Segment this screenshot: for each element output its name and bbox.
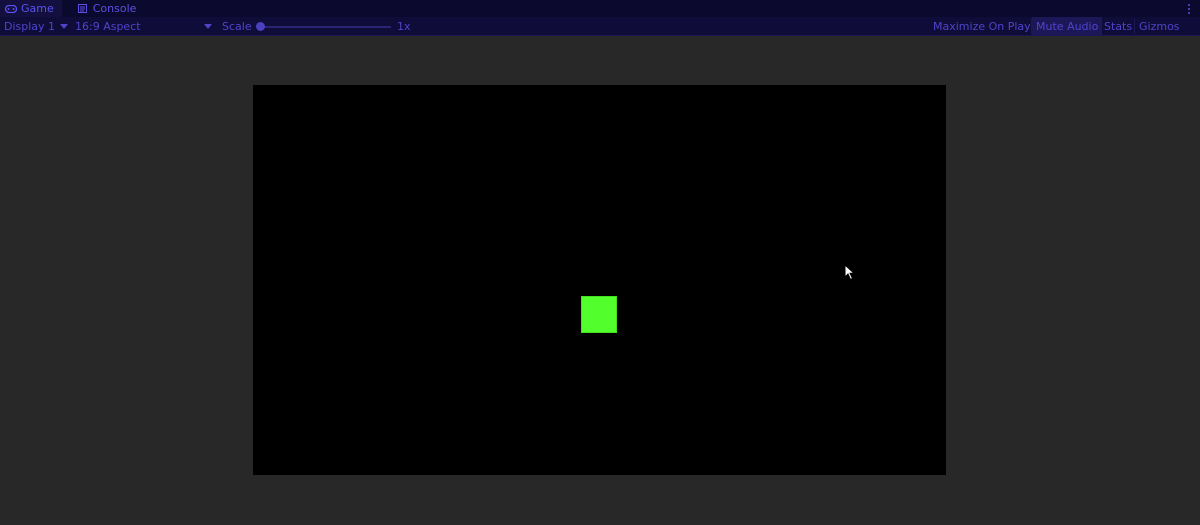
mute-audio-button[interactable]: Mute Audio bbox=[1032, 17, 1103, 36]
game-toolbar: Display 1 16:9 Aspect Scale 1x Maximize … bbox=[0, 17, 1200, 36]
scale-label-text: Scale bbox=[222, 20, 252, 33]
aspect-dropdown[interactable]: 16:9 Aspect bbox=[75, 17, 213, 36]
more-options-icon[interactable] bbox=[1184, 0, 1194, 17]
scale-value-text: 1x bbox=[397, 20, 411, 33]
tab-console-label: Console bbox=[92, 2, 137, 15]
game-window: Game Console Display 1 16:9 Aspect Scale… bbox=[0, 0, 1200, 525]
mouse-cursor-icon bbox=[844, 264, 856, 281]
gamepad-icon bbox=[5, 4, 17, 14]
tab-console[interactable]: Console bbox=[72, 0, 145, 17]
game-viewport[interactable] bbox=[253, 85, 946, 475]
maximize-on-play-button[interactable]: Maximize On Play bbox=[929, 17, 1035, 36]
player-square bbox=[581, 296, 617, 333]
tab-game[interactable]: Game bbox=[0, 0, 62, 17]
display-dropdown[interactable]: Display 1 bbox=[4, 17, 70, 36]
aspect-dropdown-value: 16:9 Aspect bbox=[75, 20, 141, 33]
scale-value: 1x bbox=[397, 17, 411, 36]
chevron-down-icon bbox=[60, 24, 68, 29]
scale-slider-track[interactable] bbox=[261, 26, 391, 28]
scale-label: Scale bbox=[222, 17, 252, 36]
stats-button[interactable]: Stats bbox=[1100, 17, 1136, 36]
display-dropdown-value: Display 1 bbox=[4, 20, 56, 33]
scale-slider-thumb[interactable] bbox=[256, 22, 265, 31]
tab-bar: Game Console bbox=[0, 0, 1200, 17]
tab-game-label: Game bbox=[21, 2, 54, 15]
gizmos-button[interactable]: Gizmos bbox=[1135, 17, 1184, 36]
chevron-down-icon bbox=[204, 24, 212, 29]
console-icon bbox=[77, 4, 89, 14]
